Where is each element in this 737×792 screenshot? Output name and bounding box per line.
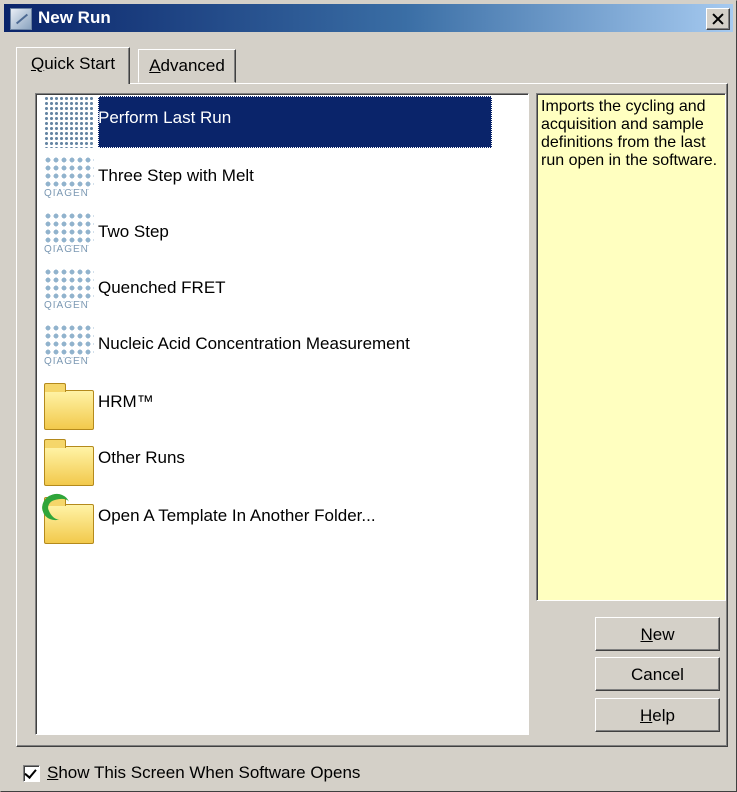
cancel-button[interactable]: Cancel <box>595 657 720 691</box>
help-button[interactable]: Help <box>595 698 720 732</box>
list-item-perform-last-run[interactable]: Perform Last Run <box>42 94 522 148</box>
new-button[interactable]: New <box>595 617 720 651</box>
title-bar[interactable]: New Run <box>4 4 733 32</box>
tab-quick-start[interactable]: Quick Start <box>16 47 130 84</box>
list-item-two-step[interactable]: QIAGEN Two Step <box>42 208 522 262</box>
folder-icon <box>42 436 96 486</box>
show-screen-label: Show This Screen When Software Opens <box>47 763 361 782</box>
tab-advanced[interactable]: Advanced <box>138 49 236 83</box>
qiagen-template-icon <box>42 96 96 148</box>
list-item-open-template[interactable]: Open A Template In Another Folder... <box>38 489 522 546</box>
list-item-label: Open A Template In Another Folder... <box>98 506 376 525</box>
list-item-label: HRM™ <box>98 392 154 411</box>
template-list[interactable]: Perform Last Run QIAGEN Three Step with … <box>35 93 529 735</box>
list-item-label: Nucleic Acid Concentration Measurement <box>98 334 410 353</box>
window-title: New Run <box>38 8 111 27</box>
app-icon <box>10 8 32 30</box>
list-item-quenched-fret[interactable]: QIAGEN Quenched FRET <box>42 264 522 318</box>
list-item-three-step-with-melt[interactable]: QIAGEN Three Step with Melt <box>42 152 522 206</box>
list-item-label: Three Step with Melt <box>98 166 254 185</box>
list-item-label: Other Runs <box>98 448 185 467</box>
list-item-other-runs[interactable]: Other Runs <box>42 434 522 488</box>
qiagen-template-icon: QIAGEN <box>42 154 96 204</box>
list-item-label: Quenched FRET <box>98 278 226 297</box>
folder-icon <box>42 380 96 430</box>
show-screen-checkbox[interactable] <box>23 765 40 782</box>
new-run-dialog: New Run Quick Start Advanced Perform Las… <box>0 0 737 792</box>
close-icon[interactable] <box>706 8 730 30</box>
list-item-label: Two Step <box>98 222 169 241</box>
list-item-hrm[interactable]: HRM™ <box>42 378 522 432</box>
qiagen-template-icon: QIAGEN <box>42 210 96 260</box>
list-item-label: Perform Last Run <box>98 108 232 127</box>
description-panel: Imports the cycling and acquisition and … <box>536 93 726 601</box>
open-folder-icon <box>38 489 96 544</box>
qiagen-template-icon: QIAGEN <box>42 266 96 316</box>
qiagen-template-icon: QIAGEN <box>42 322 96 372</box>
list-item-nucleic-acid-concentration[interactable]: QIAGEN Nucleic Acid Concentration Measur… <box>42 320 522 374</box>
